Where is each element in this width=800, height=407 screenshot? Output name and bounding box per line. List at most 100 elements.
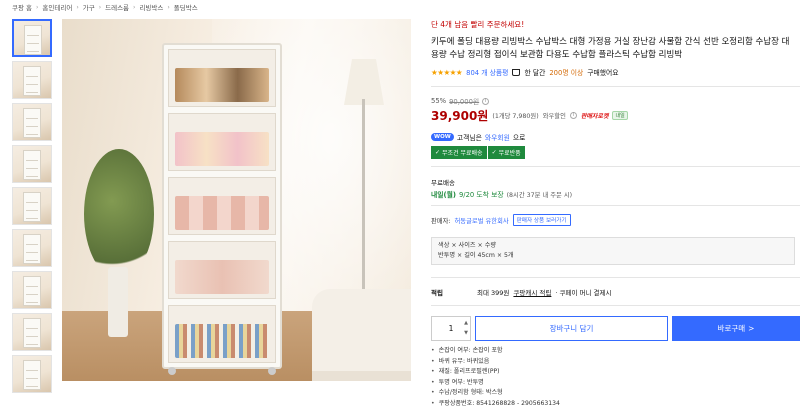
potted-plant bbox=[84, 149, 154, 279]
thumbnail-cabinet-graphic bbox=[23, 360, 41, 390]
review-count-link[interactable]: 804 개 상품평 bbox=[466, 67, 508, 77]
divider bbox=[431, 86, 800, 87]
thumbnail-image[interactable] bbox=[12, 313, 52, 351]
add-to-cart-button[interactable]: 장바구니 담기 bbox=[475, 316, 668, 341]
cabinet-shelf bbox=[168, 241, 276, 299]
spec-list: 손잡이 여부: 손잡이 포함 바퀴 유무: 바퀴있음 재질: 폴리프로필렌(PP… bbox=[431, 346, 560, 407]
seller-label: 판매자: bbox=[431, 217, 451, 225]
spec-item: 바퀴 유무: 바퀴있음 bbox=[431, 357, 560, 368]
quantity-value: 1 bbox=[448, 324, 454, 333]
free-shipping-chip: ✓ 무조건 무료배송 bbox=[431, 146, 488, 159]
sofa bbox=[312, 289, 411, 381]
free-shipping-label: 무조건 무료배송 bbox=[442, 150, 483, 157]
breadcrumb-chevron-icon: › bbox=[167, 3, 170, 11]
delivery-date-row: 내일(월) 9/20 도착 보장 (8시간 37분 내 주문 시) bbox=[431, 189, 572, 199]
shipping-chips: ✓ 무조건 무료배송 ✓ 무료반품 bbox=[431, 146, 526, 159]
thumbnail-image[interactable] bbox=[12, 103, 52, 141]
seller-row: 판매자: 허동글로벌 유한회사 판매자 상품 보러가기 bbox=[431, 214, 571, 226]
breadcrumb-item-interior[interactable]: 홈인테리어 bbox=[42, 2, 72, 12]
stuffed-toys bbox=[175, 68, 269, 102]
divider bbox=[431, 166, 800, 167]
option-header: 색상 × 사이즈 × 수량 bbox=[438, 242, 497, 249]
wow-discount-label: 와우할인 bbox=[542, 113, 566, 120]
breadcrumb-item-foldingbox[interactable]: 폴딩박스 bbox=[174, 2, 198, 12]
benefit-label: 적립 bbox=[431, 289, 443, 297]
thumbnail-list bbox=[12, 19, 54, 393]
benefit-suffix: · 쿠페이 머니 결제시 bbox=[555, 289, 612, 297]
thumbnail-image[interactable] bbox=[12, 355, 52, 393]
thumbnail-cabinet-graphic bbox=[23, 234, 41, 264]
thumbnail-image[interactable] bbox=[12, 187, 52, 225]
check-icon: ✓ bbox=[435, 149, 441, 156]
spec-item: 재질: 폴리프로필렌(PP) bbox=[431, 367, 560, 378]
discount-row: 55% 90,000원 i bbox=[431, 96, 490, 106]
selected-option-box[interactable]: 색상 × 사이즈 × 수량 반투명 × 길이 45cm × 5개 bbox=[431, 237, 795, 265]
wow-member-link[interactable]: 와우회원 bbox=[485, 132, 510, 142]
breadcrumb-chevron-icon: › bbox=[36, 3, 39, 11]
thumbnail-cabinet-graphic bbox=[23, 192, 41, 222]
buy-now-button[interactable]: 바로구매 > bbox=[672, 316, 800, 341]
folded-clothes bbox=[175, 260, 269, 294]
arrival-day: 내일(월) bbox=[431, 191, 456, 199]
books bbox=[175, 324, 269, 358]
chevron-up-icon[interactable]: ▲ bbox=[464, 320, 468, 326]
shipping-label: 무료배송 bbox=[431, 179, 455, 187]
option-value: 반투명 × 길이 45cm × 5개 bbox=[438, 252, 514, 259]
breadcrumb-item-furniture[interactable]: 가구 bbox=[83, 2, 95, 12]
thumbnail-image[interactable] bbox=[12, 145, 52, 183]
order-cutoff: (8시간 37분 내 주문 시) bbox=[506, 191, 573, 199]
breadcrumb-chevron-icon: › bbox=[98, 3, 102, 11]
check-icon: ✓ bbox=[491, 149, 497, 156]
storage-cabinet bbox=[162, 43, 282, 375]
benefit-prefix: 최대 399원 bbox=[477, 289, 510, 297]
quantity-stepper[interactable]: 1 ▲ ▼ bbox=[431, 316, 471, 341]
main-product-image[interactable] bbox=[62, 19, 411, 381]
plant-pot bbox=[108, 267, 128, 337]
breadcrumb-chevron-icon: › bbox=[76, 3, 79, 11]
wow-suffix: 으로 bbox=[512, 134, 526, 142]
free-return-label: 무료반품 bbox=[498, 150, 521, 157]
thumbnail-image[interactable] bbox=[12, 61, 52, 99]
thumbnail-image[interactable] bbox=[12, 19, 52, 57]
cabinet-shelf bbox=[168, 113, 276, 171]
thumbnail-cabinet-graphic bbox=[23, 66, 41, 96]
arrival-guarantee: 9/20 도착 보장 bbox=[458, 191, 504, 199]
breadcrumb: 쿠팡 홈 › 홈인테리어 › 가구 › 드레스룸 › 리빙박스 › 폴딩박스 bbox=[12, 2, 198, 13]
info-icon[interactable]: i bbox=[569, 112, 577, 119]
sale-price: 39,900원 bbox=[431, 109, 489, 123]
spec-item: 투명 여부: 반투명 bbox=[431, 378, 560, 389]
divider bbox=[431, 205, 800, 206]
spec-item: 수납/정리함 형태: 박스형 bbox=[431, 388, 560, 399]
chevron-down-icon[interactable]: ▼ bbox=[464, 330, 468, 336]
buy-now-label: 바로구매 bbox=[717, 324, 746, 333]
spec-item: 쿠팡상품번호: 8541268828 - 2905663134 bbox=[431, 399, 560, 407]
recent-purchase-suffix: 구매했어요 bbox=[587, 69, 619, 77]
breadcrumb-item-livingbox[interactable]: 리빙박스 bbox=[139, 2, 163, 12]
thumbnail-cabinet-graphic bbox=[23, 318, 41, 348]
seller-name-link[interactable]: 허동글로벌 유한회사 bbox=[455, 216, 509, 225]
cabinet-shelf bbox=[168, 177, 276, 235]
divider bbox=[431, 277, 800, 278]
thumbnail-cabinet-graphic bbox=[23, 150, 41, 180]
chevron-right-icon: > bbox=[748, 324, 755, 333]
star-rating-icon: ★★★★★ bbox=[431, 67, 463, 77]
divider bbox=[431, 305, 800, 306]
wow-prefix: 고객님은 bbox=[456, 134, 482, 142]
seller-products-button[interactable]: 판매자 상품 보러가기 bbox=[512, 214, 571, 226]
discount-rate: 55% bbox=[431, 97, 447, 105]
info-icon[interactable]: i bbox=[482, 97, 490, 105]
thumbnail-image[interactable] bbox=[12, 229, 52, 267]
cart-icon bbox=[512, 68, 521, 76]
seller-rocket-badge: 판매자로켓 bbox=[580, 113, 609, 120]
thumbnail-image[interactable] bbox=[12, 271, 52, 309]
thumbnail-cabinet-graphic bbox=[24, 25, 42, 55]
folded-towels bbox=[175, 196, 269, 230]
wow-badge: WOW bbox=[431, 133, 454, 141]
product-title: 키두에 폴딩 대용량 리빙박스 수납박스 대형 가정용 거실 장난감 사물함 간… bbox=[431, 37, 790, 60]
breadcrumb-item-home[interactable]: 쿠팡 홈 bbox=[12, 2, 32, 12]
breadcrumb-chevron-icon: › bbox=[133, 3, 136, 11]
cabinet-shelf bbox=[168, 49, 276, 107]
coupang-cash-link[interactable]: 쿠팡캐시 적립 bbox=[513, 287, 551, 297]
thumbnail-cabinet-graphic bbox=[23, 108, 41, 138]
breadcrumb-item-dressroom[interactable]: 드레스룸 bbox=[105, 2, 129, 12]
